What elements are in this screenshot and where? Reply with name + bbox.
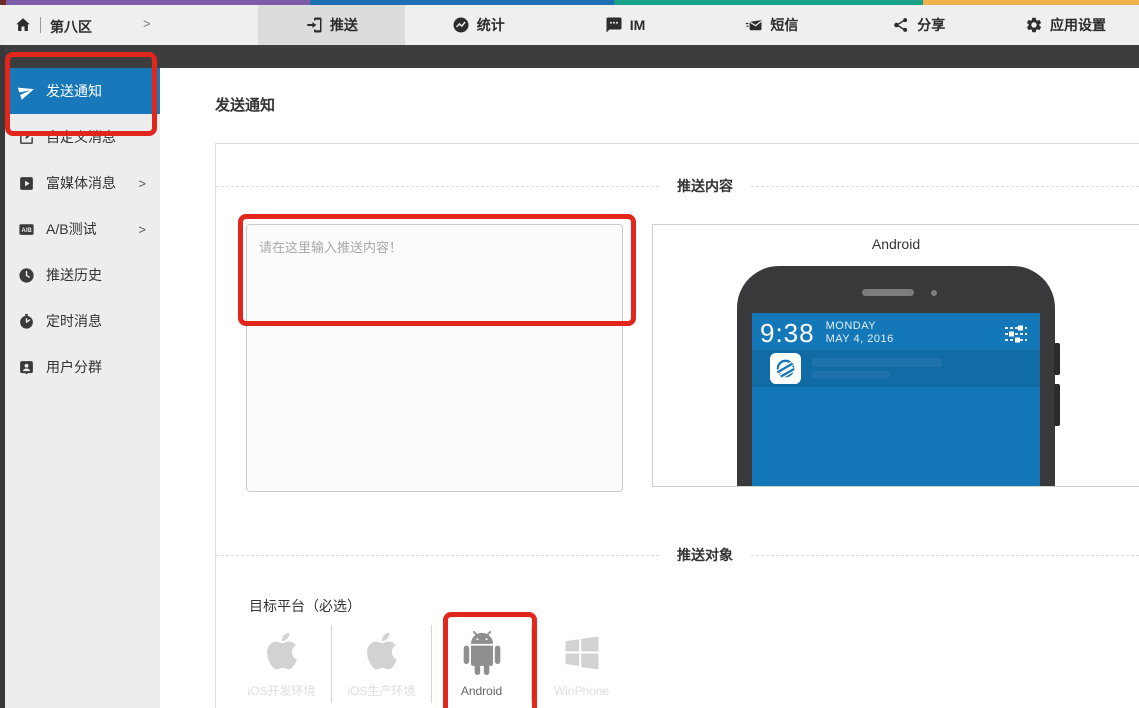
sidebar-item-user-segmentation[interactable]: 用户分群: [5, 344, 160, 390]
section-title-push-content: 推送内容: [659, 176, 751, 196]
notification-ghost-text: [812, 358, 942, 367]
home-icon[interactable]: [14, 16, 32, 34]
sub-header-bar: [0, 45, 1139, 68]
dashed-line: [216, 555, 659, 556]
dashed-line: [751, 555, 1139, 556]
phone-date: MAY 4, 2016: [826, 333, 894, 346]
sidebar-item-scheduled-message[interactable]: 定时消息: [5, 298, 160, 344]
chevron-right-icon[interactable]: >: [143, 16, 151, 31]
platform-label: iOS开发环境: [232, 682, 331, 699]
sidebar-item-push-history[interactable]: 推送历史: [5, 252, 160, 298]
dashed-line: [216, 186, 659, 187]
stripe-segment-teal: [614, 0, 923, 5]
push-form-panel: 推送内容 Android 9:38: [215, 143, 1139, 708]
platform-winphone[interactable]: WinPhone: [532, 631, 631, 698]
stripe-segment-purple: [6, 0, 310, 5]
user-group-icon: [18, 359, 35, 376]
platform-selector: iOS开发环境 iOS生产环境 Android: [216, 625, 1139, 703]
phone-power-button: [1054, 384, 1060, 426]
section-title-push-target: 推送对象: [659, 545, 751, 565]
sms-icon: [745, 16, 763, 34]
gear-icon: [1025, 16, 1043, 34]
target-platform-label: 目标平台（必选）: [216, 596, 1139, 616]
android-preview-panel: Android 9:38 MONDAY MAY 4, 2016: [652, 224, 1139, 487]
edit-icon: [18, 129, 35, 146]
tune-icon: [1002, 323, 1030, 345]
content-row: Android 9:38 MONDAY MAY 4, 2016: [216, 224, 1139, 492]
notification-ghost-text: [812, 371, 890, 378]
section-divider-push-content: 推送内容: [216, 176, 1139, 196]
phone-time: 9:38: [760, 318, 815, 348]
history-icon: [18, 267, 35, 284]
brand-divider: [40, 17, 41, 33]
notification-row: [752, 350, 1040, 387]
windows-icon: [560, 631, 604, 675]
phone-screen: 9:38 MONDAY MAY 4, 2016: [752, 313, 1040, 487]
platform-label: iOS生产环境: [332, 682, 431, 699]
main-content: 发送通知 推送内容 Android: [160, 68, 1139, 708]
chevron-right-icon: >: [138, 222, 146, 237]
tab-app-settings[interactable]: 应用设置: [992, 5, 1139, 45]
top-tabs: 推送 统计 IM: [258, 5, 1139, 45]
phone-day: MONDAY: [826, 320, 894, 333]
svg-text:A/B: A/B: [21, 227, 32, 233]
app-logo-tile: [770, 353, 801, 384]
sidebar-item-ab-test[interactable]: A/B A/B测试 >: [5, 206, 160, 252]
preview-platform-label: Android: [653, 236, 1139, 252]
sidebar-item-send-notification[interactable]: 发送通知: [5, 68, 160, 114]
page-title: 发送通知: [215, 94, 275, 115]
sidebar: 发送通知 自定义消息 富媒体消息 > A/B A/B测试 >: [5, 68, 160, 708]
sidebar-item-custom-message[interactable]: 自定义消息: [5, 114, 160, 160]
tab-push[interactable]: 推送: [258, 5, 405, 45]
platform-ios-dev[interactable]: iOS开发环境: [232, 629, 331, 699]
ab-test-icon: A/B: [18, 221, 35, 238]
sidebar-item-rich-media[interactable]: 富媒体消息 >: [5, 160, 160, 206]
stripe-segment-blue: [310, 0, 614, 5]
push-icon: [305, 16, 323, 34]
richmedia-icon: [18, 175, 35, 192]
im-icon: [605, 16, 623, 34]
send-icon: [16, 80, 37, 101]
window-left-edge: [0, 45, 5, 708]
app-window: 第八区 > 推送 统计 IM: [0, 0, 1139, 708]
tab-share[interactable]: 分享: [845, 5, 992, 45]
chevron-right-icon: >: [138, 176, 146, 191]
stripe-segment-orange: [923, 0, 1139, 5]
dashed-line: [751, 186, 1139, 187]
platform-ios-prod[interactable]: iOS生产环境: [332, 629, 431, 699]
phone-status-row: 9:38 MONDAY MAY 4, 2016: [752, 313, 1040, 348]
phone-speaker: [862, 289, 914, 296]
timer-icon: [18, 313, 35, 330]
brand-area: 第八区 >: [0, 5, 258, 45]
phone-mockup: 9:38 MONDAY MAY 4, 2016: [737, 266, 1055, 487]
push-content-input[interactable]: [246, 224, 623, 492]
platform-label: Android: [432, 684, 531, 698]
share-icon: [892, 16, 910, 34]
phone-camera: [931, 290, 937, 296]
platform-android[interactable]: Android: [432, 631, 531, 698]
phone-date-block: MONDAY MAY 4, 2016: [826, 320, 894, 346]
stats-icon: [452, 16, 470, 34]
android-icon: [460, 631, 504, 675]
jpush-logo-icon: [774, 357, 797, 380]
tab-stats[interactable]: 统计: [405, 5, 552, 45]
apple-icon: [360, 629, 404, 673]
phone-volume-button: [1054, 343, 1060, 375]
apple-icon: [260, 629, 304, 673]
platform-label: WinPhone: [532, 684, 631, 698]
app-name[interactable]: 第八区: [50, 17, 92, 37]
tab-im[interactable]: IM: [552, 5, 699, 45]
tab-sms[interactable]: 短信: [698, 5, 845, 45]
top-navbar: 第八区 > 推送 统计 IM: [0, 5, 1139, 45]
section-divider-push-target: 推送对象: [216, 545, 1139, 565]
